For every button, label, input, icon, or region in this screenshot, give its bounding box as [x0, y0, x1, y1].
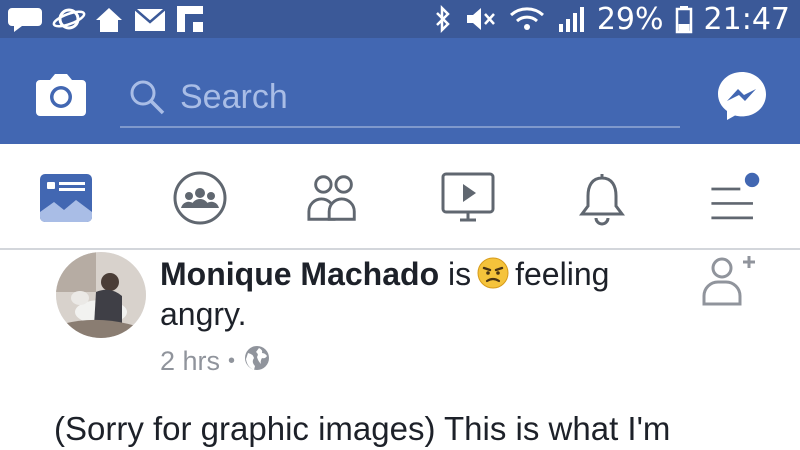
groups-icon: [173, 171, 227, 225]
tab-menu[interactable]: [706, 170, 762, 226]
post-header: Monique Machado is feeling angry.: [160, 254, 700, 334]
author-name[interactable]: Monique Machado: [160, 256, 439, 292]
menu-icon: [711, 172, 760, 220]
home-icon: [92, 4, 126, 34]
is-text: is: [448, 256, 472, 292]
post-meta: 2 hrs •: [160, 344, 271, 379]
tab-groups[interactable]: [172, 170, 228, 226]
status-bar-system: 29% 21:47: [433, 0, 790, 38]
flipboard-icon: [174, 4, 206, 34]
battery-icon: [674, 4, 694, 34]
angry-emoji-icon: [477, 257, 509, 289]
tab-notifications[interactable]: [574, 170, 630, 226]
friends-icon: [307, 175, 356, 221]
mail-icon: [132, 4, 168, 34]
watch-icon: [441, 172, 495, 222]
menu-badge-dot: [744, 172, 760, 188]
meta-separator: •: [228, 350, 236, 372]
bell-icon: [579, 174, 625, 226]
avatar[interactable]: [56, 252, 146, 338]
mute-icon: [463, 4, 497, 34]
tab-friends[interactable]: [306, 170, 362, 226]
status-bar: 29% 21:47: [0, 0, 800, 38]
tab-watch[interactable]: [440, 170, 496, 226]
signal-icon: [557, 4, 587, 34]
messenger-icon: [718, 72, 766, 120]
feeling-value: angry.: [160, 296, 247, 332]
globe-icon[interactable]: [243, 344, 271, 379]
add-friend-icon: [702, 256, 755, 306]
status-bar-notifications: [0, 0, 206, 38]
add-friend-button[interactable]: [700, 256, 758, 306]
battery-percent: 29%: [596, 1, 664, 37]
camera-icon: [36, 74, 86, 116]
search-input[interactable]: Search: [120, 68, 680, 128]
tab-bar: [0, 144, 800, 250]
app-header: Search: [0, 38, 800, 144]
bluetooth-icon: [433, 4, 453, 34]
timestamp[interactable]: 2 hrs: [160, 346, 220, 377]
clock: 21:47: [703, 1, 790, 37]
news-feed-icon: [40, 174, 92, 222]
search-placeholder: Search: [180, 77, 288, 116]
feeling-prefix: feeling: [515, 256, 610, 292]
wifi-icon: [507, 4, 547, 34]
planet-icon: [52, 4, 86, 34]
search-icon: [130, 80, 165, 115]
post-body: (Sorry for graphic images) This is what …: [54, 410, 671, 447]
feed-post: Monique Machado is feeling angry. 2 hrs …: [0, 252, 800, 450]
tab-news-feed[interactable]: [38, 170, 94, 226]
messenger-button[interactable]: [714, 68, 770, 124]
chat-notification-icon: [8, 4, 46, 34]
camera-button[interactable]: [34, 70, 88, 118]
